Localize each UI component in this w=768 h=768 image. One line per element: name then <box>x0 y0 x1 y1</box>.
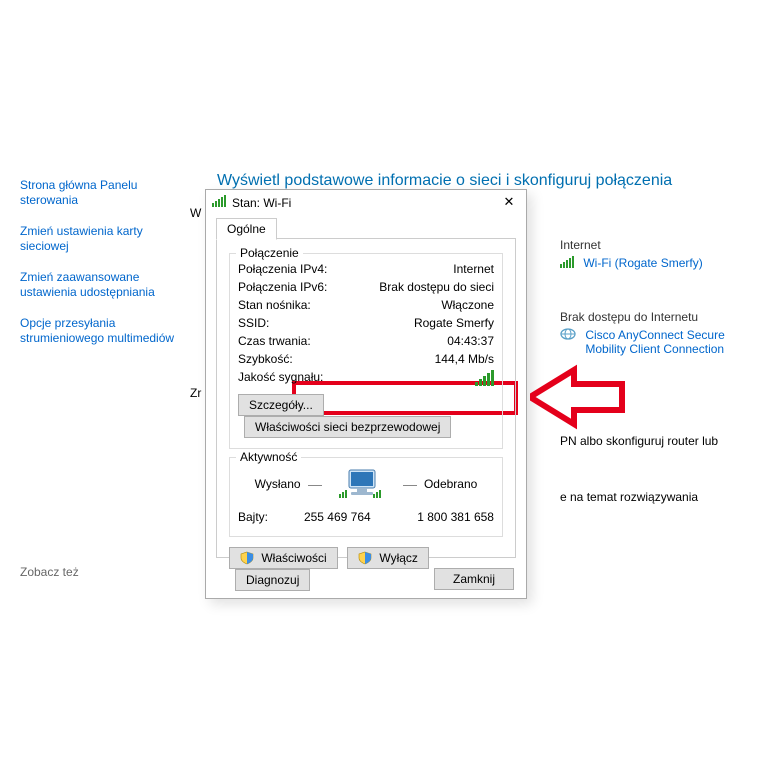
media-value: Włączone <box>441 296 494 314</box>
vpn-icon <box>560 328 576 343</box>
wifi-signal-icon <box>560 256 574 271</box>
bytes-label: Bajty: <box>238 508 268 526</box>
right-col: Brak dostępu do Internetu Cisco AnyConne… <box>560 310 735 356</box>
disable-button[interactable]: Wyłącz <box>347 547 429 569</box>
partial-text: e na temat rozwiązywania <box>560 490 698 504</box>
cisco-connection-link[interactable]: Cisco AnyConnect Secure Mobility Client … <box>585 328 735 356</box>
details-button[interactable]: Szczegóły... <box>238 394 324 416</box>
duration-value: 04:43:37 <box>447 332 494 350</box>
wifi-status-dialog: Stan: Wi-Fi ✕ Ogólne Połączenie Połączen… <box>205 189 527 599</box>
group-label: Aktywność <box>236 450 301 464</box>
bytes-recv-value: 1 800 381 658 <box>394 508 494 526</box>
internet-header: Internet <box>560 238 703 252</box>
shield-icon <box>240 551 254 565</box>
no-internet-header: Brak dostępu do Internetu <box>560 310 735 324</box>
sidebar-link-streaming[interactable]: Opcje przesyłania strumieniowego multime… <box>20 316 174 345</box>
speed-value: 144,4 Mb/s <box>435 350 494 368</box>
ipv6-value: Brak dostępu do sieci <box>379 278 494 296</box>
bytes-sent-value: 255 469 764 <box>271 508 371 526</box>
duration-label: Czas trwania: <box>238 332 311 350</box>
wifi-signal-icon <box>212 195 226 210</box>
properties-button[interactable]: Właściwości <box>229 547 338 569</box>
titlebar[interactable]: Stan: Wi-Fi ✕ <box>206 190 526 215</box>
sidebar: Strona główna Panelu sterowania Zmień us… <box>20 178 180 362</box>
partial-text: PN albo skonfiguruj router lub <box>560 434 718 448</box>
media-label: Stan nośnika: <box>238 296 311 314</box>
see-also-label: Zobacz też <box>20 565 79 579</box>
activity-group: Aktywność Wysłano Odebrano <box>229 457 503 537</box>
ipv4-value: Internet <box>453 260 494 278</box>
ipv6-label: Połączenia IPv6: <box>238 278 327 296</box>
page-heading: Wyświetl podstawowe informacie o sieci i… <box>217 172 672 190</box>
ipv4-label: Połączenia IPv4: <box>238 260 327 278</box>
disable-button-label: Wyłącz <box>379 551 418 565</box>
sidebar-link-home[interactable]: Strona główna Panelu sterowania <box>20 178 137 207</box>
sidebar-link-sharing[interactable]: Zmień zaawansowane ustawienia udostępnia… <box>20 270 155 299</box>
divider <box>308 485 322 486</box>
group-label: Połączenie <box>236 246 303 260</box>
dialog-title: Stan: Wi-Fi <box>232 196 291 210</box>
right-col: Internet Wi-Fi (Rogate Smerfy) <box>560 238 703 271</box>
connection-group: Połączenie Połączenia IPv4:Internet Połą… <box>229 253 503 449</box>
shield-icon <box>358 551 372 565</box>
diagnose-button[interactable]: Diagnozuj <box>235 569 310 591</box>
signal-quality-icon <box>474 368 494 386</box>
signal-quality-label: Jakość sygnału: <box>238 368 323 386</box>
tab-general[interactable]: Ogólne <box>216 218 277 240</box>
activity-monitor-icon <box>339 468 385 502</box>
ssid-label: SSID: <box>238 314 269 332</box>
speed-label: Szybkość: <box>238 350 293 368</box>
ssid-value: Rogate Smerfy <box>414 314 494 332</box>
annotation-arrow-icon <box>530 364 625 433</box>
close-button[interactable]: ✕ <box>496 192 522 212</box>
received-label: Odebrano <box>424 477 477 491</box>
tab-content: Połączenie Połączenia IPv4: Internet Połą… <box>216 238 516 558</box>
properties-button-label: Właściwości <box>261 551 326 565</box>
sent-label: Wysłano <box>255 477 301 491</box>
wifi-connection-link[interactable]: Wi-Fi (Rogate Smerfy) <box>583 256 702 270</box>
sidebar-link-adapter[interactable]: Zmień ustawienia karty sieciowej <box>20 224 143 253</box>
divider <box>403 485 417 486</box>
wireless-properties-button[interactable]: Właściwości sieci bezprzewodowej <box>244 416 451 438</box>
